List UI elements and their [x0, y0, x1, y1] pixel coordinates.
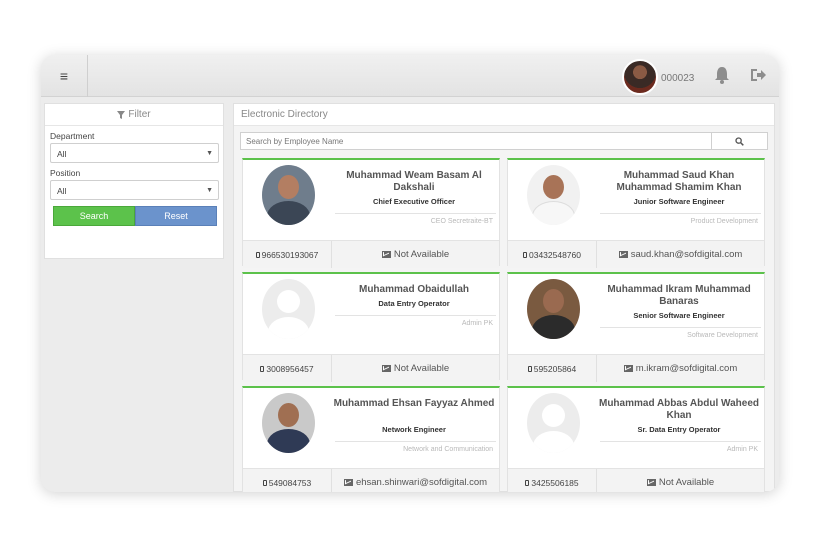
employee-card[interactable]: Muhammad Ehsan Fayyaz Ahmed Network Engi… [242, 386, 500, 492]
phone-icon [260, 365, 265, 372]
envelope-icon [646, 479, 656, 486]
employee-department: CEO Secretraite-BT [430, 218, 493, 225]
employee-department: Admin PK [461, 320, 493, 327]
chevron-down-icon: ▼ [206, 187, 213, 194]
filter-header: Filter [45, 104, 223, 126]
employee-name: Muhammad Obaidullah [358, 284, 469, 295]
search-icon-button[interactable] [712, 132, 768, 150]
directory-title: Electronic Directory [234, 104, 774, 126]
position-value: All [57, 186, 67, 196]
search-button[interactable]: Search [53, 206, 135, 226]
employee-email[interactable]: saud.khan@sofdigital.com [597, 241, 764, 268]
envelope-icon [618, 251, 628, 258]
employee-title: Data Entry Operator [378, 299, 450, 308]
employee-name: Muhammad Abbas Abdul Waheed Khan [598, 398, 759, 421]
employee-search-input[interactable]: Search by Employee Name [240, 132, 712, 150]
employee-department: Product Development [690, 218, 758, 225]
employee-phone[interactable]: 595205864 [508, 355, 597, 382]
employee-card[interactable]: Muhammad Weam Basam Al Dakshali Chief Ex… [242, 158, 500, 268]
employee-name: Muhammad Ehsan Fayyaz Ahmed [333, 398, 495, 409]
employee-phone[interactable]: 03432548760 [508, 241, 597, 268]
employee-photo [527, 279, 580, 339]
employee-card[interactable]: Muhammad Abbas Abdul Waheed Khan Sr. Dat… [507, 386, 765, 492]
top-bar: ≡ 000023 [41, 55, 779, 97]
employee-title: Senior Software Engineer [633, 311, 725, 320]
employee-phone[interactable]: 549084753 [243, 469, 332, 492]
position-label: Position [50, 168, 81, 178]
employee-phone[interactable]: 3425506185 [508, 469, 597, 492]
envelope-icon [623, 365, 633, 372]
phone-icon [525, 479, 530, 486]
directory-panel: Electronic Directory Search by Employee … [233, 103, 775, 492]
employee-department: Software Development [687, 332, 758, 339]
employee-card[interactable]: Muhammad Obaidullah Data Entry Operator … [242, 272, 500, 382]
sign-out-icon[interactable] [749, 65, 767, 85]
employee-title: Chief Executive Officer [372, 197, 456, 206]
employee-title: Sr. Data Entry Operator [637, 425, 721, 434]
position-select[interactable]: All ▼ [50, 180, 219, 200]
hamburger-icon[interactable]: ≡ [41, 55, 88, 97]
phone-icon [255, 251, 260, 258]
employee-email[interactable]: Not Available [332, 355, 499, 382]
employee-email[interactable]: ehsan.shinwari@sofdigital.com [332, 469, 499, 492]
bell-icon[interactable] [713, 65, 731, 85]
reset-button[interactable]: Reset [135, 206, 217, 226]
chevron-down-icon: ▼ [206, 150, 213, 157]
employee-phone[interactable]: 966530193067 [243, 241, 332, 268]
department-value: All [57, 149, 67, 159]
envelope-icon [343, 479, 353, 486]
employee-email[interactable]: m.ikram@sofdigital.com [597, 355, 764, 382]
employee-department: Network and Communication [403, 446, 493, 453]
phone-icon [527, 365, 532, 372]
phone-icon [262, 479, 267, 486]
filter-icon [117, 110, 126, 119]
user-id-label: 000023 [661, 73, 695, 84]
employee-card[interactable]: Muhammad Ikram Muhammad Banaras Senior S… [507, 272, 765, 382]
department-label: Department [50, 131, 95, 141]
employee-photo [527, 165, 580, 225]
envelope-icon [381, 365, 391, 372]
filter-panel: Filter Department All ▼ Position All ▼ S… [44, 103, 224, 259]
employee-photo-placeholder [527, 393, 580, 453]
employee-photo [262, 393, 315, 453]
employee-email[interactable]: Not Available [332, 241, 499, 268]
employee-photo [262, 165, 315, 225]
user-avatar[interactable] [622, 59, 658, 95]
app-window: ≡ 000023 Filter Department All ▼ Positio… [41, 55, 779, 492]
employee-card[interactable]: Muhammad Saud Khan Muhammad Shamim Khan … [507, 158, 765, 268]
filter-title: Filter [128, 109, 151, 120]
employee-name: Muhammad Ikram Muhammad Banaras [607, 284, 751, 307]
employee-name: Muhammad Weam Basam Al Dakshali [346, 170, 482, 193]
envelope-icon [381, 251, 391, 258]
employee-photo-placeholder [262, 279, 315, 339]
employee-name: Muhammad Saud Khan Muhammad Shamim Khan [616, 170, 742, 193]
employee-title: Junior Software Engineer [633, 197, 725, 206]
department-select[interactable]: All ▼ [50, 143, 219, 163]
employee-title: Network Engineer [382, 425, 446, 434]
employee-search: Search by Employee Name [240, 132, 768, 150]
employee-department: Admin PK [726, 446, 758, 453]
search-icon [735, 136, 744, 146]
employee-email[interactable]: Not Available [597, 469, 764, 492]
employee-phone[interactable]: 3008956457 [243, 355, 332, 382]
phone-icon [522, 251, 527, 258]
